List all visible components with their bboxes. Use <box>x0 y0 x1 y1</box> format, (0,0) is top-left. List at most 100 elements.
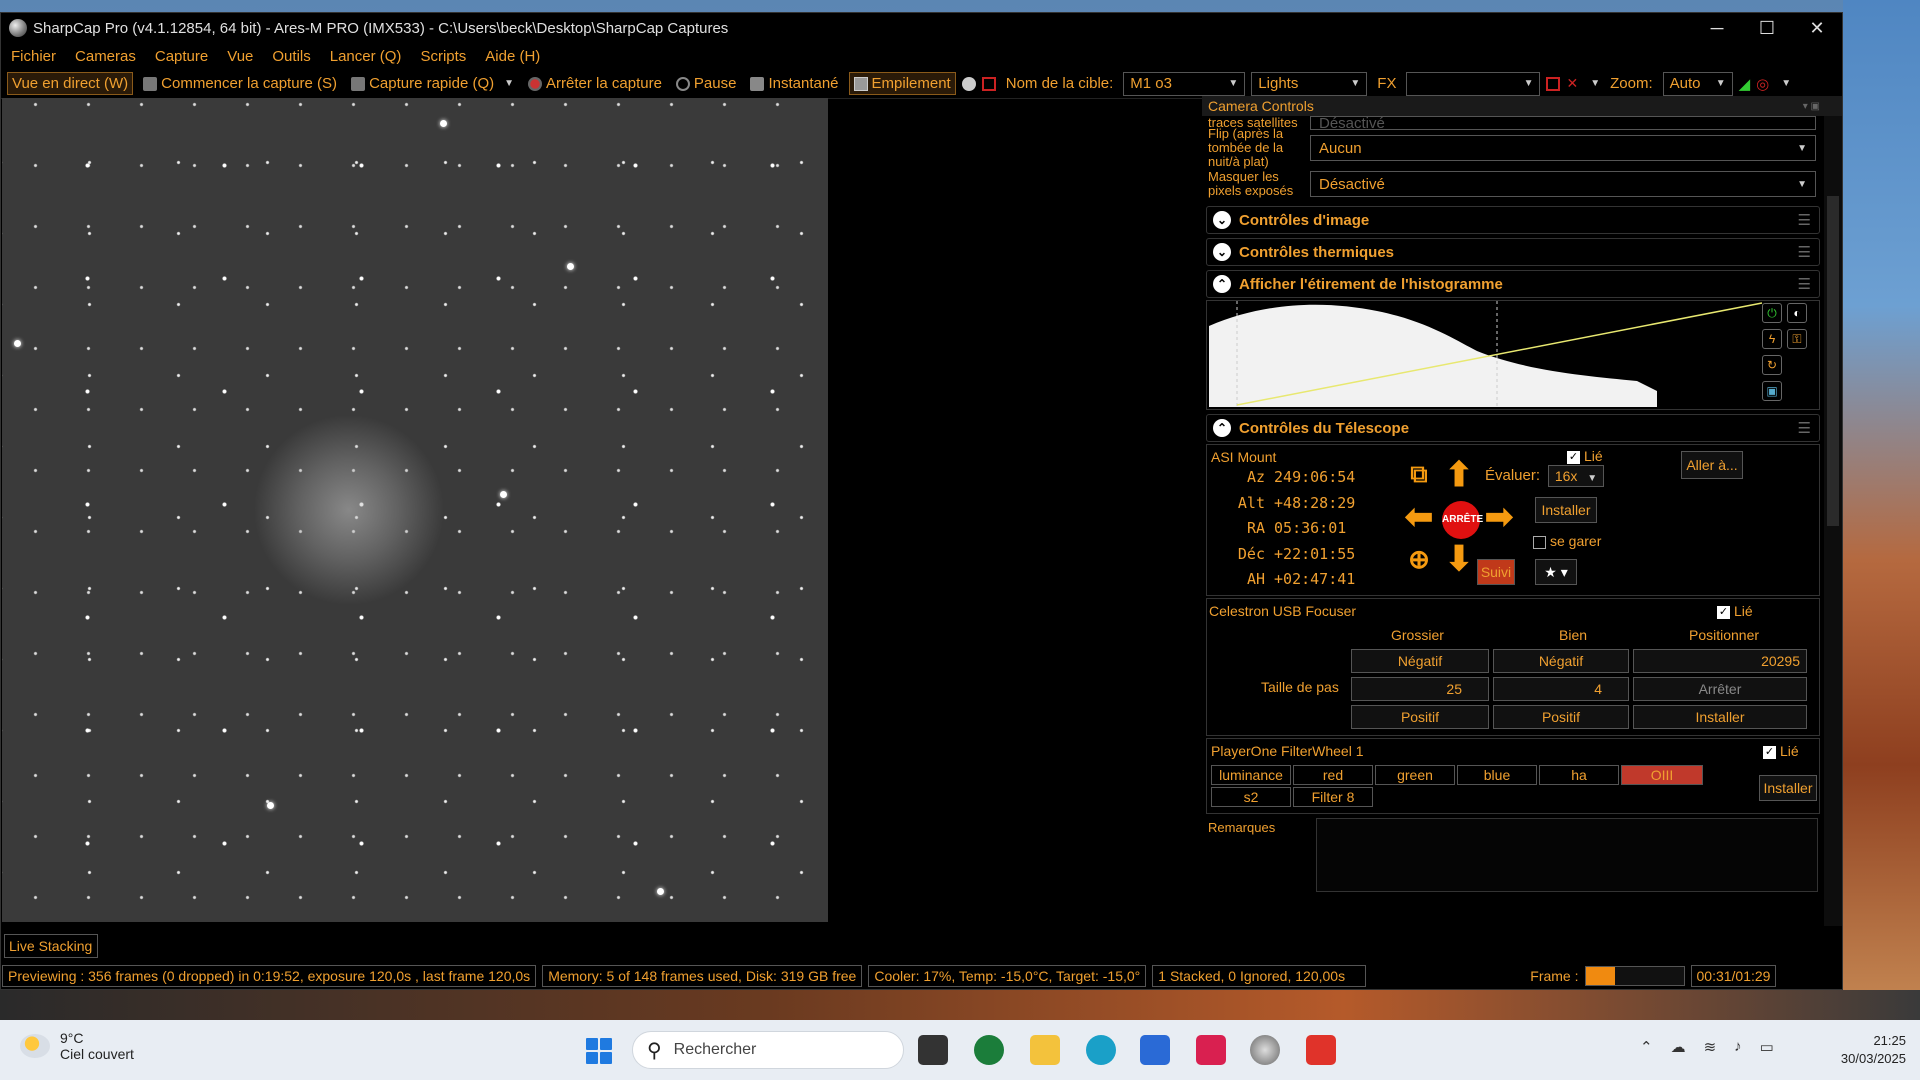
anydesk-icon[interactable] <box>1306 1035 1336 1065</box>
minimize-button[interactable]: ─ <box>1692 18 1742 39</box>
focuser-stop-button[interactable]: Arrêter <box>1633 677 1807 701</box>
target-app-icon[interactable] <box>974 1035 1004 1065</box>
volume-icon[interactable]: ♪ <box>1734 1038 1742 1056</box>
stop-capture-button[interactable]: Arrêter la capture <box>524 73 666 94</box>
coarse-positive-button[interactable]: Positif <box>1351 705 1489 729</box>
menu-vue[interactable]: Vue <box>227 48 253 65</box>
filter-ha[interactable]: ha <box>1539 765 1619 785</box>
section-telescope[interactable]: ⌃ Contrôles du Télescope ☰ <box>1206 414 1820 442</box>
menu-icon[interactable]: ☰ <box>1798 243 1811 261</box>
section-image-controls[interactable]: ⌄ Contrôles d'image ☰ <box>1206 206 1820 234</box>
coarse-step-stepper[interactable]: 25 <box>1351 677 1489 701</box>
chevron-up-icon[interactable]: ⌃ <box>1640 1038 1653 1056</box>
section-histogram[interactable]: ⌃ Afficher l'étirement de l'histogramme ☰ <box>1206 270 1820 298</box>
fx-select[interactable]: ▼ <box>1406 71 1541 96</box>
lock-icon[interactable]: ⚿ <box>1787 329 1807 349</box>
maximize-button[interactable]: ☐ <box>1742 18 1792 39</box>
menu-icon[interactable]: ☰ <box>1798 211 1811 229</box>
filterwheel-setup-button[interactable]: Installer <box>1759 775 1817 801</box>
fine-positive-button[interactable]: Positif <box>1493 705 1629 729</box>
live-stacking-tab[interactable]: Live Stacking <box>4 934 98 958</box>
filter-luminance[interactable]: luminance <box>1211 765 1291 785</box>
stacking-button[interactable]: Empilement <box>848 72 956 95</box>
target-name-select[interactable]: M1 o3 ▼ <box>1123 71 1246 96</box>
menu-fichier[interactable]: Fichier <box>11 48 56 65</box>
chevron-down-icon[interactable]: ▼ <box>1781 78 1791 89</box>
remarks-textarea[interactable] <box>1316 818 1818 892</box>
red-highlight-icon[interactable] <box>981 76 996 91</box>
menu-scripts[interactable]: Scripts <box>420 48 466 65</box>
rate-select[interactable]: 16x ▼ <box>1548 465 1604 487</box>
reset-icon[interactable]: ↻ <box>1762 355 1782 375</box>
zoom-select[interactable]: Auto ▼ <box>1662 71 1733 96</box>
menu-cameras[interactable]: Cameras <box>75 48 136 65</box>
mount-setup-button[interactable]: Installer <box>1535 497 1597 523</box>
fine-step-stepper[interactable]: 4 <box>1493 677 1629 701</box>
power-icon[interactable]: ⏻ <box>1762 303 1782 323</box>
filterwheel-linked-checkbox[interactable]: ✓ Lié <box>1763 743 1799 759</box>
position-field[interactable]: 20295 <box>1633 649 1807 673</box>
wifi-icon[interactable]: ≋ <box>1704 1038 1717 1056</box>
menu-aide[interactable]: Aide (H) <box>485 48 540 65</box>
south-arrow-button[interactable]: ⬇ <box>1439 541 1479 577</box>
panel-scrollbar[interactable] <box>1824 116 1842 926</box>
task-view-icon[interactable] <box>918 1035 948 1065</box>
taskbar-search[interactable]: ⚲ Rechercher <box>632 1031 904 1069</box>
scrollbar-thumb[interactable] <box>1827 196 1839 526</box>
sharpcap-taskbar-icon[interactable] <box>1250 1035 1280 1065</box>
reticle-overlay-icon[interactable] <box>1546 76 1561 91</box>
camera-preview[interactable] <box>2 98 828 922</box>
chevron-down-icon[interactable]: ▼ <box>504 78 514 89</box>
flip-select[interactable]: Aucun ▼ <box>1310 135 1816 161</box>
goto-button[interactable]: Aller à... <box>1681 451 1743 479</box>
spiral-search-icon[interactable]: ⧉ <box>1399 457 1439 493</box>
snapshot-button[interactable]: Instantané <box>746 73 842 94</box>
focus-assist-icon[interactable]: ◎ <box>1756 75 1769 93</box>
red-cross-icon[interactable]: ✕ <box>1566 75 1578 92</box>
crosshair-icon[interactable]: ⊕ <box>1399 541 1439 577</box>
contrast-icon[interactable]: ◐ <box>1787 303 1807 323</box>
pause-button[interactable]: Pause <box>672 73 741 94</box>
menu-lancer[interactable]: Lancer (Q) <box>330 48 402 65</box>
stop-button[interactable]: ARRÊTE <box>1442 501 1483 539</box>
chevron-down-icon[interactable]: ▼ <box>1590 78 1600 89</box>
west-arrow-button[interactable]: ⬅ <box>1399 499 1439 535</box>
filter-red[interactable]: red <box>1293 765 1373 785</box>
menu-icon[interactable]: ☰ <box>1798 275 1811 293</box>
menu-outils[interactable]: Outils <box>272 48 310 65</box>
app-icon-pink[interactable] <box>1196 1035 1226 1065</box>
mount-linked-checkbox[interactable]: ✓ Lié <box>1567 448 1603 464</box>
store-icon[interactable] <box>1140 1035 1170 1065</box>
lightning-icon[interactable]: ϟ <box>1762 329 1782 349</box>
battery-icon[interactable]: ▭ <box>1760 1038 1774 1056</box>
cloud-off-icon[interactable]: ☁ <box>1671 1038 1686 1056</box>
pin-icon[interactable]: ▾ ▣ <box>1803 101 1820 112</box>
tracking-button[interactable]: Suivi <box>1477 559 1515 585</box>
north-arrow-button[interactable]: ⬆ <box>1439 457 1479 493</box>
east-arrow-button[interactable]: ➡ <box>1479 499 1519 535</box>
focuser-setup-button[interactable]: Installer <box>1633 705 1807 729</box>
menu-capture[interactable]: Capture <box>155 48 208 65</box>
close-button[interactable]: ✕ <box>1792 18 1842 39</box>
park-checkbox[interactable]: se garer <box>1533 533 1601 549</box>
focuser-linked-checkbox[interactable]: ✓ Lié <box>1717 603 1753 619</box>
filter-blue[interactable]: blue <box>1457 765 1537 785</box>
section-thermal-controls[interactable]: ⌄ Contrôles thermiques ☰ <box>1206 238 1820 266</box>
save-icon[interactable]: ▣ <box>1762 381 1782 401</box>
filter-green[interactable]: green <box>1375 765 1455 785</box>
filter-8[interactable]: Filter 8 <box>1293 787 1373 807</box>
windows-start-icon[interactable] <box>586 1038 612 1064</box>
reticle-icon[interactable] <box>961 76 976 91</box>
clock[interactable]: 21:25 30/03/2025 <box>1841 1032 1906 1068</box>
start-capture-button[interactable]: Commencer la capture (S) <box>139 73 341 94</box>
quick-capture-button[interactable]: Capture rapide (Q) ▼ <box>347 73 518 94</box>
menu-icon[interactable]: ☰ <box>1798 419 1811 437</box>
edge-browser-icon[interactable] <box>1086 1035 1116 1065</box>
histogram-graph[interactable] <box>1207 301 1767 409</box>
histogram-stretch[interactable]: ⏻ ◐ ϟ ⚿ ↻ ▣ <box>1206 300 1820 410</box>
weather-widget[interactable]: 9°C Ciel couvert <box>20 1030 134 1062</box>
file-explorer-icon[interactable] <box>1030 1035 1060 1065</box>
frame-type-select[interactable]: Lights ▼ <box>1251 71 1368 96</box>
star-dropdown-icon[interactable]: ★ ▾ <box>1535 559 1577 585</box>
mask-pixels-select[interactable]: Désactivé ▼ <box>1310 171 1816 197</box>
